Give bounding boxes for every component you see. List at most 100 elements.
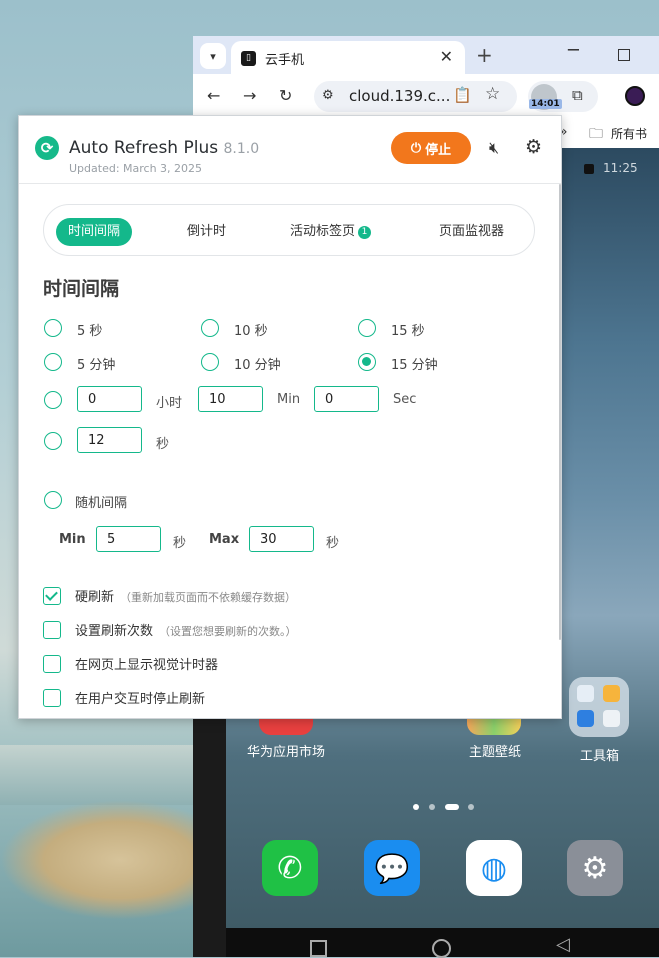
chevron-down-icon: ▾ — [210, 49, 216, 63]
visual-timer-checkbox[interactable] — [43, 655, 61, 673]
extension-timer-badge: 14:01 — [529, 99, 562, 109]
tab-countdown[interactable]: 倒计时 — [187, 218, 226, 246]
close-icon[interactable]: ✕ — [440, 47, 453, 66]
tab-page-monitor[interactable]: 页面监视器 — [439, 218, 504, 246]
custom-seconds-unit: 秒 — [156, 437, 170, 452]
minimize-icon[interactable]: ─ — [568, 40, 579, 61]
app-label-themes[interactable]: 主题壁纸 — [469, 741, 521, 760]
radio-5s[interactable] — [44, 319, 62, 337]
url-text[interactable]: cloud.139.c... — [349, 87, 450, 105]
popup-header: ⟳ Auto Refresh Plus 8.1.0 Updated: March… — [19, 116, 561, 184]
radio-label[interactable]: 5 秒 — [77, 320, 102, 339]
visual-timer-label[interactable]: 在网页上显示视觉计时器 — [75, 654, 218, 673]
phone-call-icon[interactable]: ✆ — [262, 840, 318, 896]
hard-refresh-label[interactable]: 硬刷新 （重新加载页面而不依赖缓存数据） — [75, 586, 296, 605]
radio-5min[interactable] — [44, 353, 62, 371]
app-market-icon[interactable] — [259, 717, 313, 735]
custom-seconds-input[interactable] — [77, 427, 142, 453]
active-tabs-badge: 1 — [358, 226, 372, 239]
wallpaper-grass — [0, 800, 200, 920]
cb-hint: （设置您想要刷新的次数。） — [159, 625, 297, 638]
page-dot-active — [445, 804, 459, 810]
radio-label[interactable]: 5 分钟 — [77, 354, 115, 373]
app-version: 8.1.0 — [223, 141, 260, 157]
page-dot — [468, 804, 474, 810]
all-bookmarks-label[interactable]: 所有书 — [611, 125, 647, 142]
radio-label[interactable]: 15 秒 — [391, 320, 425, 339]
forward-icon[interactable]: → — [243, 86, 256, 105]
new-tab-button[interactable]: + — [476, 43, 493, 67]
clipboard-icon[interactable]: 📋 — [453, 86, 472, 104]
status-app-icon — [584, 164, 594, 174]
address-bar[interactable]: ⚙ cloud.139.c... 📋 ☆ — [314, 81, 517, 112]
refresh-count-label[interactable]: 设置刷新次数 （设置您想要刷新的次数。） — [75, 620, 297, 639]
radio-label[interactable]: 10 分钟 — [234, 354, 281, 373]
stop-button[interactable]: ⏻ 停止 — [391, 132, 471, 164]
tab-active-tabs[interactable]: 活动标签页 1 — [290, 218, 372, 246]
mute-icon[interactable]: 🔇︎ — [489, 138, 499, 158]
calculator-icon — [577, 685, 594, 702]
app-label-tools[interactable]: 工具箱 — [580, 745, 619, 764]
home-icon[interactable] — [432, 939, 451, 958]
section-title: 时间间隔 — [43, 278, 120, 300]
stop-on-interaction-checkbox[interactable] — [43, 689, 61, 707]
radio-label[interactable]: 10 秒 — [234, 320, 268, 339]
radio-custom-seconds[interactable] — [44, 432, 62, 450]
app-title: Auto Refresh Plus — [69, 138, 219, 158]
tab-interval[interactable]: 时间间隔 — [56, 218, 133, 246]
phone-status-time: 11:25 — [603, 161, 638, 175]
refresh-count-checkbox[interactable] — [43, 621, 61, 639]
app-label-market[interactable]: 华为应用市场 — [247, 741, 325, 760]
seconds-input[interactable] — [314, 386, 379, 412]
hours-input[interactable] — [77, 386, 142, 412]
cb-label-text: 硬刷新 — [75, 590, 115, 605]
browser-tab[interactable]: ▯ 云手机 ✕ — [231, 41, 465, 74]
minutes-input[interactable] — [198, 386, 263, 412]
profile-avatar[interactable] — [625, 86, 645, 106]
browser-app-icon[interactable]: ◍ — [466, 840, 522, 896]
star-icon[interactable]: ☆ — [485, 84, 500, 104]
random-min-input[interactable] — [96, 526, 161, 552]
tools-folder-icon[interactable] — [569, 677, 629, 737]
random-interval-label[interactable]: 随机间隔 — [75, 492, 127, 511]
themes-icon[interactable] — [467, 717, 521, 735]
seconds-unit: Sec — [393, 392, 417, 407]
messages-icon[interactable]: 💬 — [364, 840, 420, 896]
radio-custom-time[interactable] — [44, 391, 62, 409]
auto-refresh-popup: ⟳ Auto Refresh Plus 8.1.0 Updated: March… — [18, 115, 562, 719]
reload-icon[interactable]: ↻ — [279, 86, 292, 105]
power-icon: ⏻ — [410, 140, 422, 156]
tab-search-button[interactable]: ▾ — [200, 43, 226, 69]
browser-toolbar: ← → ↻ ⚙ cloud.139.c... 📋 ☆ 14:01 ⧉ — [193, 74, 659, 118]
radio-label[interactable]: 15 分钟 — [391, 354, 438, 373]
page-dot — [413, 804, 419, 810]
minutes-unit: Min — [277, 392, 301, 407]
random-max-label: Max — [209, 532, 240, 547]
radio-10s[interactable] — [201, 319, 219, 337]
radio-15min[interactable] — [358, 353, 376, 371]
random-max-input[interactable] — [249, 526, 314, 552]
gear-icon[interactable]: ⚙ — [525, 136, 542, 158]
refresh-logo-icon: ⟳ — [35, 136, 59, 160]
back-icon[interactable]: ← — [207, 86, 220, 105]
cb-hint: （重新加载页面而不依赖缓存数据） — [120, 591, 297, 604]
page-dot — [429, 804, 435, 810]
settings-app-icon[interactable]: ⚙ — [567, 840, 623, 896]
maximize-icon[interactable] — [618, 49, 630, 61]
hours-unit: 小时 — [156, 396, 183, 411]
radio-15s[interactable] — [358, 319, 376, 337]
hard-refresh-checkbox[interactable] — [43, 587, 61, 605]
phone-nav-bar: ◁ — [226, 928, 659, 958]
random-min-label: Min — [59, 532, 86, 547]
stop-on-interaction-label[interactable]: 在用户交互时停止刷新 — [75, 688, 205, 707]
radio-10min[interactable] — [201, 353, 219, 371]
mode-tabs: 时间间隔 倒计时 活动标签页 1 页面监视器 — [43, 204, 535, 256]
recent-apps-icon[interactable] — [310, 940, 327, 957]
puzzle-icon[interactable]: ⧉ — [572, 86, 583, 104]
back-nav-icon[interactable]: ◁ — [556, 934, 570, 955]
radio-random[interactable] — [44, 491, 62, 509]
popup-scrollbar[interactable] — [559, 184, 561, 640]
wallpaper-water — [0, 745, 200, 805]
cb-label-text: 设置刷新次数 — [75, 624, 154, 639]
site-settings-icon[interactable]: ⚙ — [322, 88, 334, 103]
